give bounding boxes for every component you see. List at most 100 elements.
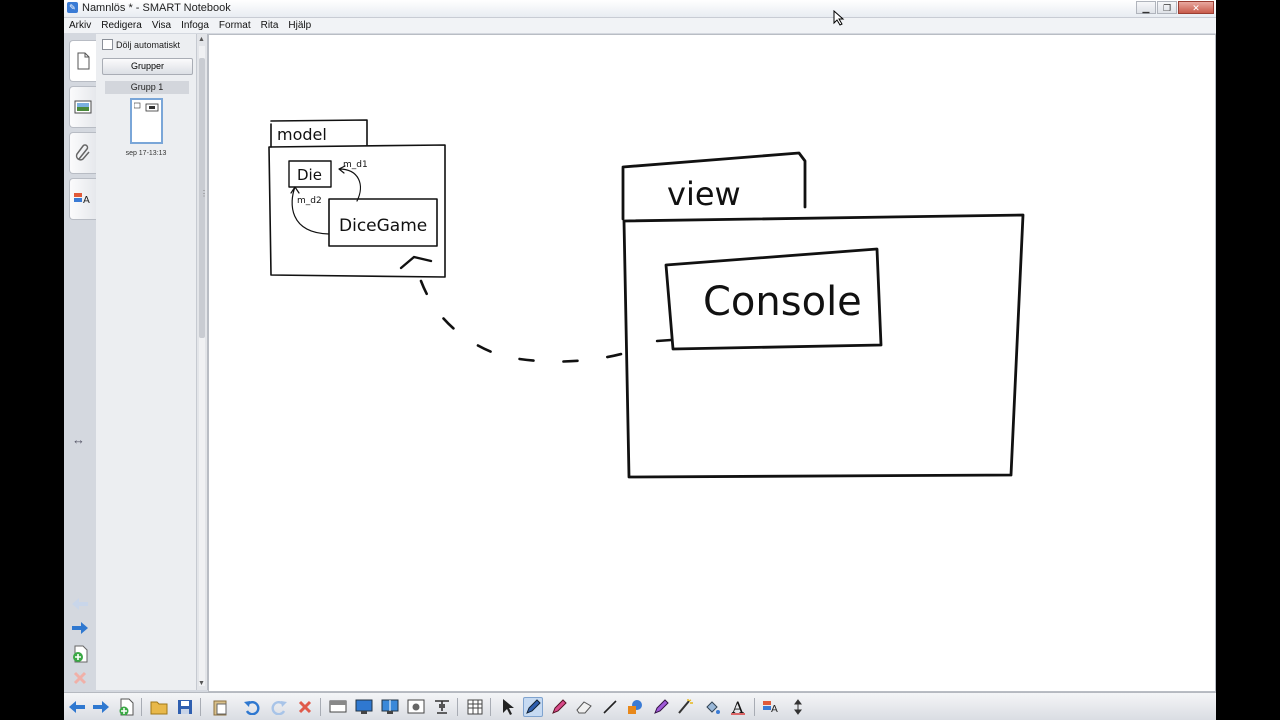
- whiteboard-canvas[interactable]: model Die m_d1 m_d2 DiceGame view Consol…: [208, 34, 1216, 692]
- maximize-button[interactable]: ❐: [1157, 1, 1177, 14]
- toolbar-separator: [141, 698, 142, 716]
- m-d2-arrow: [290, 186, 330, 235]
- shapes-button[interactable]: [625, 697, 645, 717]
- group-header[interactable]: Grupp 1: [105, 81, 189, 94]
- eraser-button[interactable]: [574, 697, 594, 717]
- console-stub: [655, 338, 673, 343]
- page-thumbnail[interactable]: [130, 98, 163, 144]
- creative-pen-button[interactable]: [549, 697, 569, 717]
- previous-page-side-button[interactable]: [70, 594, 90, 614]
- paste-icon: [213, 700, 227, 716]
- expand-panel-icon[interactable]: ↔: [72, 432, 85, 447]
- select-icon: [503, 699, 514, 715]
- menu-arkiv[interactable]: Arkiv: [64, 20, 96, 31]
- move-toolbar-button[interactable]: [788, 697, 808, 717]
- table-icon: [467, 699, 483, 715]
- toolbar-separator: [754, 698, 755, 716]
- shapes-icon: [628, 700, 642, 714]
- document-camera-button[interactable]: [432, 697, 452, 717]
- menu-bar: Arkiv Redigera Visa Infoga Format Rita H…: [64, 18, 1216, 33]
- window-controls: ▁ ❐ ✕: [1136, 1, 1214, 15]
- menu-format[interactable]: Format: [214, 20, 256, 31]
- move-toolbar-icon: [794, 699, 802, 715]
- select-button[interactable]: [498, 697, 518, 717]
- text-icon: A: [731, 699, 745, 715]
- auto-hide-label: Dölj automatiskt: [116, 39, 181, 50]
- tab-gallery[interactable]: [69, 86, 96, 128]
- svg-text:A: A: [731, 699, 744, 715]
- next-page-icon: [93, 701, 109, 713]
- add-page-side-button[interactable]: [70, 644, 90, 664]
- screen-capture-button[interactable]: [406, 697, 426, 717]
- tab-page-sorter[interactable]: [69, 40, 96, 82]
- menu-infoga[interactable]: Infoga: [176, 20, 214, 31]
- magic-pen-button[interactable]: [651, 697, 671, 717]
- line-icon: [603, 700, 617, 714]
- toolbar-separator: [320, 698, 321, 716]
- diagram-drawing: model Die m_d1 m_d2 DiceGame view Consol…: [268, 119, 1025, 479]
- menu-rita[interactable]: Rita: [256, 20, 284, 31]
- table-button[interactable]: [465, 697, 485, 717]
- screen-capture-icon: [407, 699, 425, 714]
- realization-arrowhead: [399, 255, 433, 270]
- menu-hjalp[interactable]: Hjälp: [283, 20, 316, 31]
- redo-icon: [271, 701, 287, 715]
- window-title: Namnlös * - SMART Notebook: [82, 2, 231, 14]
- full-screen-icon: [355, 699, 373, 714]
- arrow-right-icon: [72, 622, 88, 634]
- fill-button[interactable]: [702, 697, 722, 717]
- fill-icon: [706, 701, 720, 714]
- next-page-side-button[interactable]: [70, 618, 90, 638]
- close-button[interactable]: ✕: [1178, 1, 1214, 14]
- dicegame-label: DiceGame: [339, 216, 427, 236]
- open-file-button[interactable]: [149, 697, 169, 717]
- m-d2-label: m_d2: [297, 196, 322, 206]
- text-button[interactable]: A: [728, 697, 748, 717]
- scroll-down-icon[interactable]: ▼: [198, 680, 205, 687]
- delete-icon: [73, 671, 87, 685]
- delete-button[interactable]: [295, 697, 315, 717]
- previous-page-button[interactable]: [67, 697, 87, 717]
- toolbar-separator: [200, 698, 201, 716]
- tab-properties[interactable]: A: [69, 178, 96, 220]
- auto-hide-checkbox[interactable]: [102, 39, 113, 50]
- redo-button[interactable]: [269, 697, 289, 717]
- panel-splitter[interactable]: ▲ ⋮ ▼: [197, 34, 208, 690]
- dual-page-icon: [381, 699, 399, 714]
- panel-scroll-thumb[interactable]: [199, 58, 205, 338]
- save-button[interactable]: [175, 697, 195, 717]
- menu-redigera[interactable]: Redigera: [96, 20, 147, 31]
- scroll-up-icon[interactable]: ▲: [198, 36, 205, 43]
- menu-visa[interactable]: Visa: [147, 20, 176, 31]
- paste-button[interactable]: [210, 697, 230, 717]
- page-sorter-icon: [77, 52, 90, 70]
- pen-icon: [526, 699, 541, 714]
- add-page-button[interactable]: [116, 697, 136, 717]
- full-screen-button[interactable]: [354, 697, 374, 717]
- mouse-cursor-icon: [833, 10, 845, 26]
- screen-shade-button[interactable]: [328, 697, 348, 717]
- dual-page-button[interactable]: [380, 697, 400, 717]
- thumbnail-date: sep 17-13:13: [125, 150, 167, 157]
- delete-page-side-button[interactable]: [70, 668, 90, 688]
- next-page-button[interactable]: [91, 697, 111, 717]
- properties-button[interactable]: A: [761, 697, 781, 717]
- thumbnail-preview: [134, 102, 159, 112]
- screen-shade-icon: [329, 700, 347, 713]
- auto-hide-row: Dölj automatiskt: [102, 39, 180, 50]
- minimize-button[interactable]: ▁: [1136, 1, 1156, 14]
- save-icon: [178, 700, 192, 714]
- undo-button[interactable]: [242, 697, 262, 717]
- delete-icon: [298, 700, 312, 714]
- creative-pen-icon: [552, 699, 567, 714]
- groups-button[interactable]: Grupper: [102, 58, 193, 75]
- add-page-icon: [73, 645, 88, 663]
- title-bar: ✎ Namnlös * - SMART Notebook ▁ ❐ ✕: [64, 0, 1216, 18]
- shape-recognition-pen-button[interactable]: [676, 697, 696, 717]
- splitter-grip-icon[interactable]: ⋮: [200, 189, 208, 198]
- pen-button[interactable]: [523, 697, 543, 717]
- open-file-icon: [150, 701, 168, 715]
- toolbar-separator: [490, 698, 491, 716]
- line-button[interactable]: [600, 697, 620, 717]
- tab-attachments[interactable]: [69, 132, 96, 174]
